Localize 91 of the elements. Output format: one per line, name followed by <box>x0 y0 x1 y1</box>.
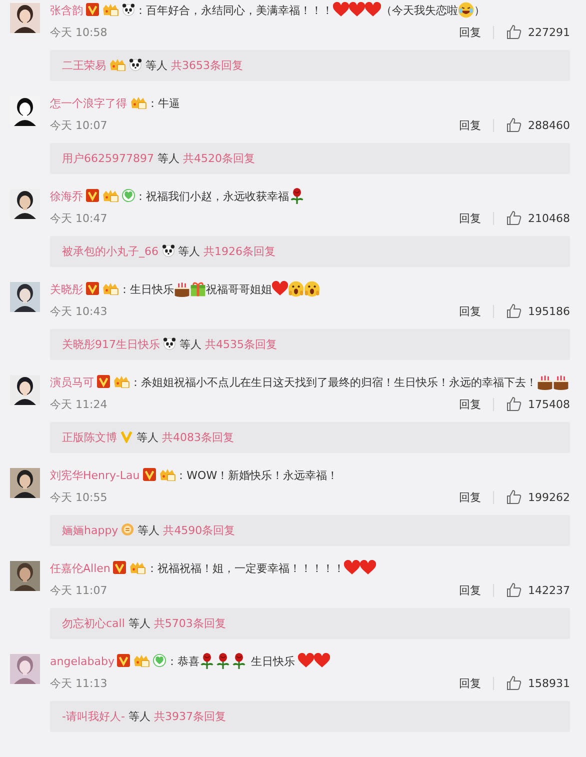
reply-thread-bar[interactable]: 婳婳happy 等人 共4590条回复 <box>50 515 570 546</box>
panda-icon <box>122 3 135 16</box>
verified-icon <box>86 189 99 202</box>
reply-thread-bar[interactable]: -请叫我好人- 等人 共3937条回复 <box>50 701 570 732</box>
reply-link[interactable]: 回复 <box>459 490 481 504</box>
comment-text: angelababy ：恭喜 生日快乐 <box>50 653 570 671</box>
verified-icon <box>142 468 156 481</box>
comment-text: 徐海乔 ：祝福我们小赵，永远收获幸福 <box>50 188 570 206</box>
timestamp: 今天 10:07 <box>50 118 108 132</box>
comment-text: 刘宪华Henry-Lau ：WOW！新婚快乐！永远幸福！ <box>50 467 340 484</box>
heart-badge-icon <box>153 654 166 667</box>
heart-icon <box>272 281 288 297</box>
medal-icon <box>121 523 134 536</box>
reply-link[interactable]: 回复 <box>459 118 481 132</box>
heart-icon <box>314 653 330 669</box>
like-icon[interactable] <box>506 117 522 133</box>
like-icon[interactable] <box>506 675 522 691</box>
timestamp: 今天 10:55 <box>50 490 108 504</box>
timestamp: 今天 11:13 <box>50 676 108 690</box>
like-icon[interactable] <box>506 303 522 319</box>
reply-link[interactable]: 回复 <box>459 582 481 598</box>
heart-icon <box>333 2 349 18</box>
like-icon[interactable] <box>506 24 522 40</box>
reply-link[interactable]: 回复 <box>459 304 481 318</box>
reply-thread-bar[interactable]: 正版陈文博 等人 共4083条回复 <box>50 422 570 453</box>
like-count: 210468 <box>528 212 570 224</box>
shocked-face-icon <box>288 281 304 297</box>
like-count: 199262 <box>528 490 570 504</box>
rose-icon <box>289 188 305 204</box>
panda-icon <box>162 244 174 257</box>
reply-link[interactable]: 回复 <box>459 24 481 40</box>
like-icon[interactable] <box>506 489 522 505</box>
rose-icon <box>199 653 216 669</box>
like-count: 175408 <box>528 398 570 410</box>
comment-text: 关晓彤 ：生日快乐 祝福哥哥姐姐 <box>50 281 570 299</box>
comment-text: 任嘉伦Allen ：祝福祝福！姐，一定要幸福！！！！！ <box>50 560 570 578</box>
heart-icon <box>344 560 360 576</box>
heart-badge-icon <box>122 189 135 202</box>
crown-badge-icon <box>158 468 176 481</box>
crown-badge-icon <box>129 561 146 574</box>
reply-link[interactable]: 回复 <box>459 396 481 412</box>
timestamp: 今天 10:43 <box>50 304 108 318</box>
timestamp: 今天 11:07 <box>50 582 108 598</box>
reply-thread-bar[interactable]: 二王荣易 等人 共3653条回复 <box>50 50 570 81</box>
reply-thread-bar[interactable]: 用户6625977897 等人 共4520条回复 <box>50 143 570 174</box>
comment-text: 张含韵 ：百年好合，永结同心，美满幸福！！！ （今天我失恋啦 ） <box>50 2 486 20</box>
rose-icon <box>231 653 248 669</box>
crown-badge-icon <box>130 96 147 109</box>
reply-thread-bar[interactable]: 关晓彤917生日快乐 等人 共4535条回复 <box>50 329 570 360</box>
panda-icon <box>163 337 176 350</box>
laughing-face-icon <box>458 2 474 18</box>
like-count: 288460 <box>528 118 570 132</box>
verified-icon <box>97 375 110 388</box>
panda-icon <box>129 58 142 71</box>
like-count: 158931 <box>528 676 570 690</box>
verified-icon <box>117 654 130 667</box>
crown-badge-icon <box>102 3 119 16</box>
timestamp: 今天 10:47 <box>50 210 108 226</box>
like-count: 195186 <box>528 304 570 318</box>
cake-icon <box>174 281 190 297</box>
shocked-face-icon <box>304 281 320 297</box>
crown-badge-icon <box>133 654 150 667</box>
crown-badge-icon <box>102 282 119 295</box>
rose-icon <box>215 653 232 669</box>
crown-badge-icon <box>109 58 126 71</box>
reply-thread-bar[interactable]: 勿忘初心call 等人 共5703条回复 <box>50 608 570 639</box>
comment-text: 怎一个浪字了得 ：牛逼 <box>50 95 181 112</box>
cake-icon <box>537 374 553 390</box>
heart-icon <box>360 560 376 576</box>
heart-icon <box>365 2 381 18</box>
like-count: 227291 <box>528 26 570 38</box>
verified-icon <box>86 3 99 16</box>
gift-icon <box>190 281 206 297</box>
reply-link[interactable]: 回复 <box>459 210 481 226</box>
heart-icon <box>349 2 365 18</box>
heart-icon <box>298 653 314 669</box>
verified-icon <box>86 282 99 295</box>
like-icon[interactable] <box>506 396 522 412</box>
cake-icon <box>553 374 569 390</box>
like-count: 142237 <box>528 584 570 596</box>
like-icon[interactable] <box>506 582 522 598</box>
verified-icon <box>120 430 133 443</box>
verified-icon <box>113 561 126 574</box>
timestamp: 今天 11:24 <box>50 396 108 412</box>
timestamp: 今天 10:58 <box>50 24 108 40</box>
like-icon[interactable] <box>506 210 522 226</box>
reply-link[interactable]: 回复 <box>459 676 481 690</box>
crown-badge-icon <box>113 375 130 388</box>
comment-text: 演员马可 ：杀姐姐祝福小不点儿在生日这天找到了最终的归宿！生日快乐！永远的幸福下去！ <box>50 374 570 392</box>
crown-badge-icon <box>102 189 119 202</box>
reply-thread-bar[interactable]: 被承包的小丸子_66 等人 共1926条回复 <box>50 236 570 267</box>
